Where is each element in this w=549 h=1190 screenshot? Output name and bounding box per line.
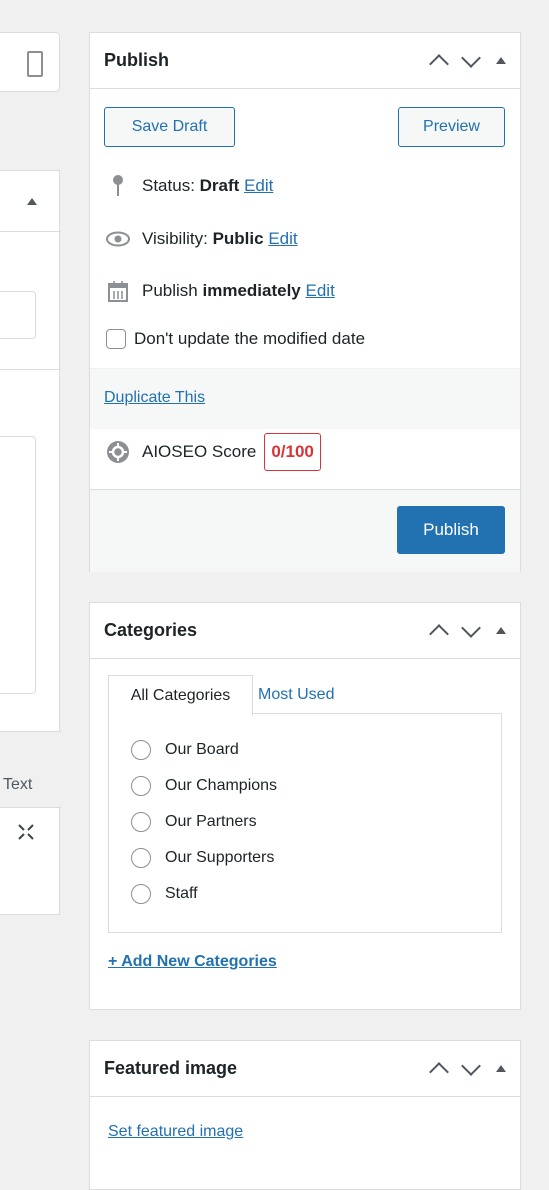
divider — [0, 369, 61, 370]
publish-button[interactable]: Publish — [397, 506, 505, 554]
toggle-panel-icon[interactable] — [496, 57, 506, 64]
category-checkbox[interactable] — [131, 884, 151, 904]
expand-icon[interactable] — [17, 823, 35, 841]
status-label: Status: — [142, 176, 195, 195]
featured-header: Featured image — [90, 1041, 520, 1097]
move-down-icon[interactable] — [461, 1055, 481, 1076]
toggle-icon[interactable] — [27, 198, 37, 205]
left-editor-panel: Text — [0, 170, 61, 915]
category-checkbox[interactable] — [131, 848, 151, 868]
add-new-category-link[interactable]: + Add New Categories — [108, 953, 277, 971]
dont-update-checkbox[interactable] — [106, 329, 126, 349]
category-checkbox[interactable] — [131, 776, 151, 796]
left-input[interactable] — [0, 291, 36, 339]
dont-update-label: Don't update the modified date — [134, 329, 366, 348]
move-up-icon[interactable] — [429, 53, 449, 74]
featured-image-box: Featured image Set featured image — [89, 1040, 521, 1190]
category-checklist: Our Board Our Champions Our Partners Our… — [108, 713, 502, 933]
text-tab[interactable]: Text — [3, 776, 32, 794]
preview-button[interactable]: Preview — [398, 107, 505, 147]
categories-header: Categories — [90, 603, 520, 659]
list-item: Our Champions — [131, 776, 277, 796]
status-edit-link[interactable]: Edit — [244, 176, 273, 196]
toggle-panel-icon[interactable] — [496, 1065, 506, 1072]
set-featured-image-link[interactable]: Set featured image — [108, 1123, 243, 1141]
save-draft-button[interactable]: Save Draft — [104, 107, 235, 147]
publish-actions: Publish — [90, 489, 520, 572]
aioseo-gear-icon — [106, 440, 130, 464]
publish-header: Publish — [90, 33, 520, 89]
pin-icon — [106, 174, 130, 198]
tab-all-categories[interactable]: All Categories — [108, 675, 253, 716]
publish-title: Publish — [104, 50, 170, 70]
modified-date-row: Don't update the modified date — [106, 329, 365, 349]
category-label: Staff — [165, 885, 198, 902]
eye-icon — [106, 227, 130, 251]
status-row: Status: Draft Edit — [106, 174, 273, 198]
columns-icon[interactable] — [27, 51, 43, 77]
visibility-edit-link[interactable]: Edit — [268, 229, 297, 249]
publish-value: immediately — [202, 281, 301, 300]
aioseo-score-badge[interactable]: 0/100 — [264, 433, 321, 471]
aioseo-label: AIOSEO Score — [142, 442, 257, 461]
publish-label: Publish — [142, 281, 198, 300]
move-up-icon[interactable] — [429, 623, 449, 644]
list-item: Our Board — [131, 740, 239, 760]
aioseo-row: AIOSEO Score 0/100 — [106, 433, 321, 471]
category-label: Our Supporters — [165, 849, 275, 866]
toggle-panel-icon[interactable] — [496, 627, 506, 634]
category-label: Our Board — [165, 741, 239, 758]
calendar-icon — [106, 279, 130, 303]
category-checkbox[interactable] — [131, 812, 151, 832]
status-value: Draft — [199, 176, 240, 195]
duplicate-link[interactable]: Duplicate This — [104, 389, 205, 407]
category-label: Our Champions — [165, 777, 278, 794]
list-item: Staff — [131, 884, 198, 904]
category-label: Our Partners — [165, 813, 257, 830]
publish-box: Publish Save Draft Preview Status: Draft… — [89, 32, 521, 572]
left-panel-header — [0, 171, 61, 232]
move-down-icon[interactable] — [461, 617, 481, 638]
move-down-icon[interactable] — [461, 47, 481, 68]
visibility-row: Visibility: Public Edit — [106, 227, 298, 251]
categories-box: Categories All Categories Most Used Our … — [89, 602, 521, 1010]
duplicate-section: Duplicate This — [90, 368, 520, 429]
featured-title: Featured image — [104, 1058, 238, 1078]
publish-edit-link[interactable]: Edit — [306, 281, 335, 301]
list-item: Our Supporters — [131, 848, 274, 868]
move-up-icon[interactable] — [429, 1061, 449, 1082]
left-textarea[interactable] — [0, 436, 36, 694]
tab-most-used[interactable]: Most Used — [258, 675, 334, 715]
category-checkbox[interactable] — [131, 740, 151, 760]
list-item: Our Partners — [131, 812, 257, 832]
text-tab-bar: Text — [0, 731, 61, 808]
editor-left-strip: Text — [0, 0, 74, 1176]
visibility-value: Public — [212, 229, 264, 248]
toolbar-panel — [0, 32, 60, 92]
visibility-label: Visibility: — [142, 229, 208, 248]
categories-title: Categories — [104, 620, 198, 640]
schedule-row: Publish immediately Edit — [106, 279, 335, 303]
